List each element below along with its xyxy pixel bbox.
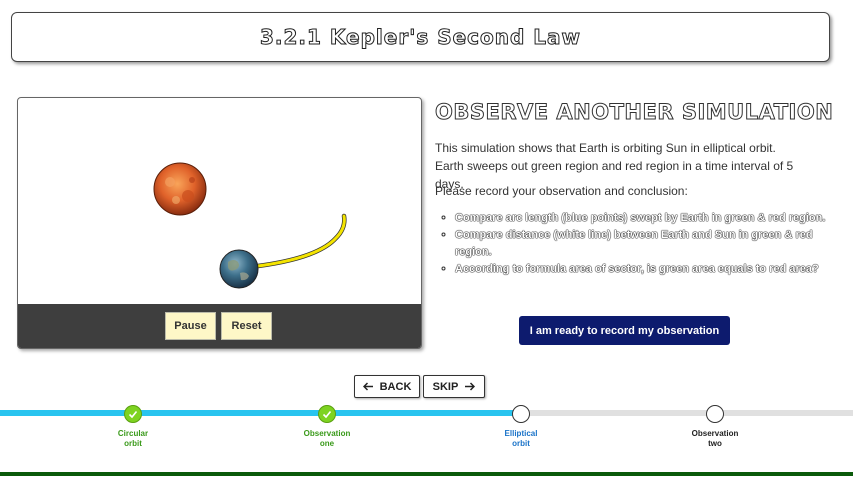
arrow-left-icon: [362, 382, 373, 391]
progress-done-line: [0, 410, 521, 416]
step-label-line2: orbit: [124, 439, 142, 448]
step-label-observation-one: Observation one: [287, 429, 367, 449]
record-observation-button[interactable]: I am ready to record my observation: [519, 316, 730, 345]
title-bar: 3.2.1 Kepler's Second Law: [11, 12, 830, 62]
step-observation-one[interactable]: [318, 405, 336, 423]
simulation-controls: Pause Reset: [18, 304, 421, 348]
check-icon: [322, 410, 332, 419]
step-label-line2: orbit: [512, 439, 530, 448]
step-label-line1: Observation: [303, 429, 351, 438]
step-label-observation-two: Observation two: [675, 429, 755, 449]
earth-icon: [219, 249, 259, 289]
simulation-canvas: [153, 162, 347, 289]
progress-pending-line: [521, 410, 853, 416]
skip-button[interactable]: SKIP: [423, 375, 485, 398]
step-elliptical-orbit[interactable]: [512, 405, 530, 423]
back-button[interactable]: BACK: [354, 375, 420, 398]
step-label-line1: Elliptical: [504, 429, 538, 438]
check-icon: [128, 410, 138, 419]
page-title: 3.2.1 Kepler's Second Law: [259, 25, 581, 50]
step-label-line2: two: [708, 439, 722, 448]
step-label-circular-orbit: Circular orbit: [93, 429, 173, 449]
list-item: Compare distance (white line) between Ea…: [455, 227, 835, 261]
step-observation-two[interactable]: [706, 405, 724, 423]
step-label-elliptical-orbit: Elliptical orbit: [481, 429, 561, 449]
list-item: According to formula area of sector, is …: [455, 261, 835, 278]
observation-list: Compare arc length (blue points) swept b…: [437, 210, 835, 278]
section-heading: OBSERVE ANOTHER SIMULATION: [434, 100, 834, 125]
sun-icon: [153, 162, 207, 216]
arrow-right-icon: [465, 382, 476, 391]
list-item: Compare arc length (blue points) swept b…: [455, 210, 835, 227]
back-label: BACK: [379, 380, 412, 393]
skip-label: SKIP: [432, 380, 459, 393]
step-circular-orbit[interactable]: [124, 405, 142, 423]
bottom-bar: [0, 472, 853, 476]
step-label-line1: Circular: [117, 429, 149, 438]
step-label-line1: Observation: [691, 429, 739, 438]
reset-button[interactable]: Reset: [221, 312, 272, 340]
step-label-line2: one: [319, 439, 335, 448]
instruction-text: Please record your observation and concl…: [435, 184, 688, 198]
pause-button[interactable]: Pause: [165, 312, 216, 340]
simulation-panel: Pause Reset: [17, 97, 422, 349]
